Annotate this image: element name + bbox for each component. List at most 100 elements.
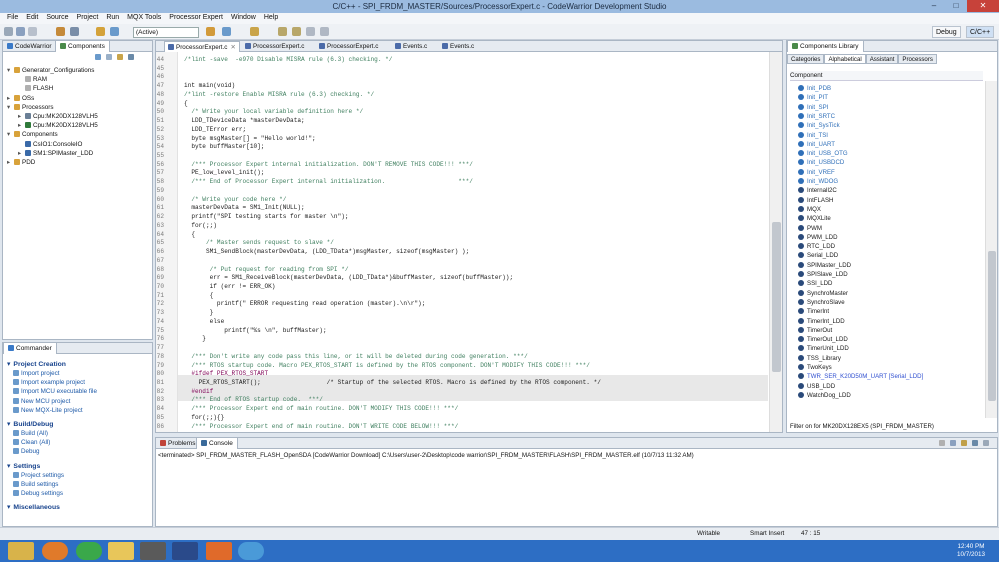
code-line[interactable]: /* Put request for reading from SPI */ (184, 266, 349, 273)
section-arrow-icon[interactable]: ▾ (7, 361, 10, 368)
tree-item[interactable]: CsIO1:ConsoleIO (18, 140, 82, 149)
minimize-view-icon[interactable] (983, 440, 989, 446)
library-item[interactable]: SPIMaster_LDD (798, 261, 851, 270)
library-item[interactable]: InternalI2C (798, 186, 837, 195)
tree-arrow-icon[interactable]: ▸ (18, 112, 25, 121)
scroll-lock-icon[interactable] (950, 440, 956, 446)
library-item[interactable]: Init_WDOG (798, 177, 838, 186)
library-item[interactable]: TWR_SER_K20D50M_UART [Serial_LDD] (798, 372, 923, 381)
menu-item-8[interactable]: Help (260, 13, 282, 24)
code-line[interactable]: masterDevData = SM1_Init(NULL); (184, 204, 304, 211)
code-line[interactable]: printf("%s \n", buffMaster); (184, 327, 326, 334)
menu-item-2[interactable]: Source (42, 13, 72, 24)
menu-item-5[interactable]: MQX Tools (123, 13, 165, 24)
code-line[interactable]: printf(" ERROR requesting read operation… (184, 300, 425, 307)
library-item[interactable]: TimerInt (798, 307, 829, 316)
ie-taskbar-icon[interactable] (238, 542, 264, 560)
library-item[interactable]: TimerOut_LDD (798, 335, 848, 344)
section-arrow-icon[interactable]: ▾ (7, 421, 10, 428)
perspective-debug[interactable]: Debug (932, 26, 961, 38)
editor-tab[interactable]: ProcessorExpert.c (242, 41, 310, 52)
code-line[interactable]: LDD_TDeviceData *masterDevData; (184, 117, 304, 124)
library-tab[interactable]: Categories (787, 54, 825, 64)
code-line[interactable]: printf("SPI testing starts for master \n… (184, 213, 348, 220)
section-arrow-icon[interactable]: ▾ (7, 463, 10, 470)
library-item[interactable]: Init_SPI (798, 103, 828, 112)
back-arrow-icon[interactable] (306, 27, 315, 36)
library-item[interactable]: Init_VREF (798, 168, 835, 177)
menu-item-3[interactable]: Project (73, 13, 103, 24)
editor-tab[interactable]: Events.c (392, 41, 433, 52)
commander-item[interactable]: Build settings (13, 480, 58, 488)
code-line[interactable]: { (184, 231, 195, 238)
build-hammer-icon[interactable] (56, 27, 65, 36)
library-item[interactable]: TimerInt_LDD (798, 317, 845, 326)
library-scrollbar[interactable] (985, 81, 997, 418)
code-line[interactable]: byte buffMaster[10]; (184, 143, 264, 150)
commander-item[interactable]: Debug settings (13, 490, 63, 497)
new-file-icon[interactable] (4, 27, 13, 36)
generate-code-icon[interactable] (110, 27, 119, 36)
search-icon[interactable] (250, 27, 259, 36)
tree-arrow-icon[interactable]: ▸ (7, 94, 14, 103)
library-item[interactable]: TSS_Library (798, 354, 841, 363)
minimize-button[interactable]: – (923, 0, 945, 12)
code-line[interactable]: { (184, 100, 188, 107)
code-line[interactable]: err = SM1_ReceiveBlock(masterDevData, (L… (184, 274, 514, 281)
library-item[interactable]: PWM_LDD (798, 233, 837, 242)
tree-arrow-icon[interactable]: ▾ (7, 103, 14, 112)
editor-tab[interactable]: ProcessorExpert.c (316, 41, 384, 52)
library-item[interactable]: Init_USBDCD (798, 158, 844, 167)
library-tab[interactable]: Alphabetical (824, 54, 866, 64)
tab-close-icon[interactable]: ✕ (230, 44, 235, 51)
code-line[interactable]: #endif (184, 388, 213, 395)
code-line[interactable]: /* Write your local variable definition … (184, 108, 363, 115)
code-line[interactable]: } (184, 335, 206, 342)
tab-problems[interactable]: Problems (156, 438, 199, 449)
library-item[interactable]: SynchroMaster (798, 289, 848, 298)
menu-item-6[interactable]: Processor Expert (165, 13, 227, 24)
tree-item[interactable]: FLASH (18, 84, 53, 93)
view-menu-icon[interactable] (128, 54, 134, 60)
tree-arrow-icon[interactable]: ▾ (7, 66, 14, 75)
library-item[interactable]: WatchDog_LDD (798, 391, 851, 400)
commander-item[interactable]: New MQX-Lite project (13, 406, 83, 414)
editor-scrollbar[interactable] (769, 52, 782, 432)
commander-item[interactable]: Debug (13, 448, 40, 455)
code-line[interactable]: /*** Processor Expert end of main routin… (184, 423, 458, 430)
code-line[interactable]: for(;;){} (184, 414, 224, 421)
save-all-icon[interactable] (28, 27, 37, 36)
menu-item-0[interactable]: File (3, 13, 22, 24)
code-line[interactable]: for(;;) (184, 222, 217, 229)
library-item[interactable]: SPISlave_LDD (798, 270, 848, 279)
library-item[interactable]: SynchroSlave (798, 298, 845, 307)
commander-item[interactable]: New MCU project (13, 397, 70, 405)
save-icon[interactable] (16, 27, 25, 36)
code-line[interactable]: /* Master sends request to slave */ (184, 239, 334, 246)
library-item[interactable]: Serial_LDD (798, 251, 838, 260)
commander-item[interactable]: Project settings (13, 471, 64, 479)
commander-item[interactable]: Clean (All) (13, 439, 50, 446)
tab-components-library[interactable]: Components Library (787, 41, 864, 52)
code-line[interactable]: /*** End of RTOS startup code. ***/ (184, 396, 323, 403)
editor-scroll-thumb[interactable] (772, 222, 781, 372)
library-item[interactable]: Init_SysTick (798, 121, 840, 130)
code-line[interactable]: /*** Processor Expert internal initializ… (184, 161, 473, 168)
library-item[interactable]: Init_SRTC (798, 112, 835, 121)
code-line[interactable]: int main(void) (184, 82, 235, 89)
tree-item[interactable]: ▸ SM1:SPIMaster_LDD (18, 149, 93, 158)
commander-section-title[interactable]: ▾ Project Creation (7, 360, 66, 368)
editor-tab[interactable]: ProcessorExpert.c ✕ (164, 41, 240, 52)
code-line[interactable]: if (err != ERR_OK) (184, 283, 276, 290)
folder-icon[interactable] (108, 542, 134, 560)
editor-tab[interactable]: Events.c (439, 41, 480, 52)
library-item[interactable]: Init_USB_OTG (798, 149, 848, 158)
code-line[interactable]: /*lint -restore Enable MISRA rule (6.3) … (184, 91, 374, 98)
tree-arrow-icon[interactable]: ▸ (18, 149, 25, 158)
code-line[interactable]: LDD_TError err; (184, 126, 246, 133)
maximize-button[interactable]: □ (945, 0, 967, 12)
library-item[interactable]: MQX (798, 205, 821, 214)
link-icon[interactable] (117, 54, 123, 60)
library-item[interactable]: Init_TSI (798, 131, 828, 140)
tab-console[interactable]: Console (196, 438, 238, 449)
